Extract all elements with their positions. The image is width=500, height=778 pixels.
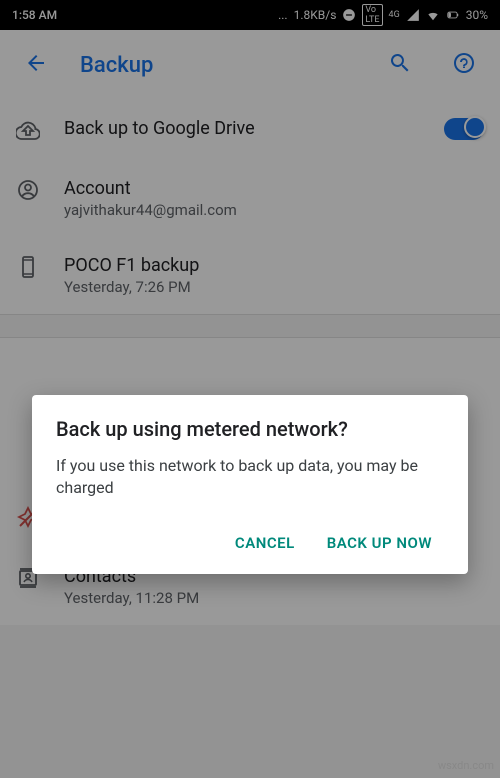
dialog-title: Back up using metered network? [56,417,444,441]
dialog-actions: CANCEL BACK UP NOW [56,524,444,562]
modal-scrim[interactable] [0,0,500,778]
backup-now-button[interactable]: BACK UP NOW [315,524,444,562]
confirm-dialog: Back up using metered network? If you us… [32,395,468,574]
dialog-message: If you use this network to back up data,… [56,455,444,500]
cancel-button[interactable]: CANCEL [223,524,307,562]
watermark: wsxdn.com [438,759,494,772]
